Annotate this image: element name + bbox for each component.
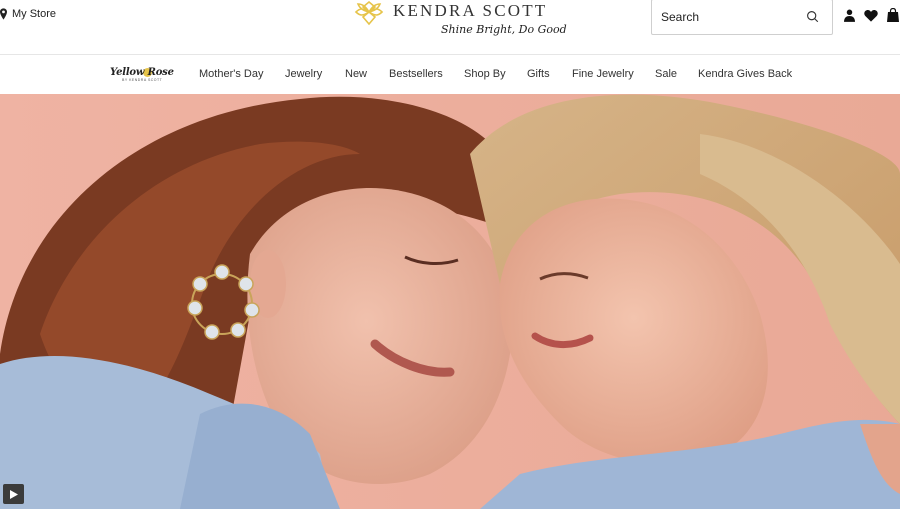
my-store-label: My Store bbox=[12, 8, 57, 20]
nav-item-kendra-gives-back[interactable]: Kendra Gives Back bbox=[698, 68, 792, 80]
gem-flower-logo-icon bbox=[354, 0, 384, 26]
brand-name: KENDRA SCOTT bbox=[393, 1, 548, 20]
nav-item-fine-jewelry[interactable]: Fine Jewelry bbox=[572, 68, 634, 80]
location-pin-icon bbox=[0, 8, 7, 20]
yellow-rose-logo[interactable]: Yellow Rose BY KENDRA SCOTT bbox=[110, 67, 178, 85]
my-store-link[interactable]: My Store bbox=[0, 8, 56, 20]
play-icon bbox=[9, 489, 18, 499]
play-button[interactable] bbox=[3, 484, 24, 504]
nav-item-gifts[interactable]: Gifts bbox=[527, 68, 550, 80]
yellow-rose-wordmark: Yellow Rose bbox=[110, 67, 174, 78]
account-icon[interactable] bbox=[842, 8, 856, 22]
hero-photo bbox=[0, 94, 900, 509]
nav-item-mothers-day[interactable]: Mother's Day bbox=[199, 68, 263, 80]
hero-video[interactable] bbox=[0, 94, 900, 509]
search-input[interactable] bbox=[661, 8, 801, 26]
search-box[interactable] bbox=[651, 0, 833, 35]
brand-logo[interactable]: KENDRA SCOTT Shine Bright, Do Good bbox=[352, 0, 567, 50]
brand-tagline: Shine Bright, Do Good bbox=[441, 23, 567, 36]
header-icon-group bbox=[842, 8, 900, 22]
main-navigation: Yellow Rose BY KENDRA SCOTT Mother's Day… bbox=[0, 56, 900, 93]
nav-item-sale[interactable]: Sale bbox=[655, 68, 677, 80]
nav-item-shop-by[interactable]: Shop By bbox=[464, 68, 506, 80]
nav-item-jewelry[interactable]: Jewelry bbox=[285, 68, 322, 80]
bag-icon[interactable] bbox=[886, 8, 900, 22]
yellow-rose-byline: BY KENDRA SCOTT bbox=[122, 78, 163, 82]
nav-item-new[interactable]: New bbox=[345, 68, 367, 80]
top-header: My Store KENDRA SCOTT Shine Bright, Do G… bbox=[0, 0, 900, 55]
nav-item-bestsellers[interactable]: Bestsellers bbox=[389, 68, 443, 80]
heart-icon[interactable] bbox=[864, 8, 878, 22]
search-icon[interactable] bbox=[806, 10, 819, 23]
